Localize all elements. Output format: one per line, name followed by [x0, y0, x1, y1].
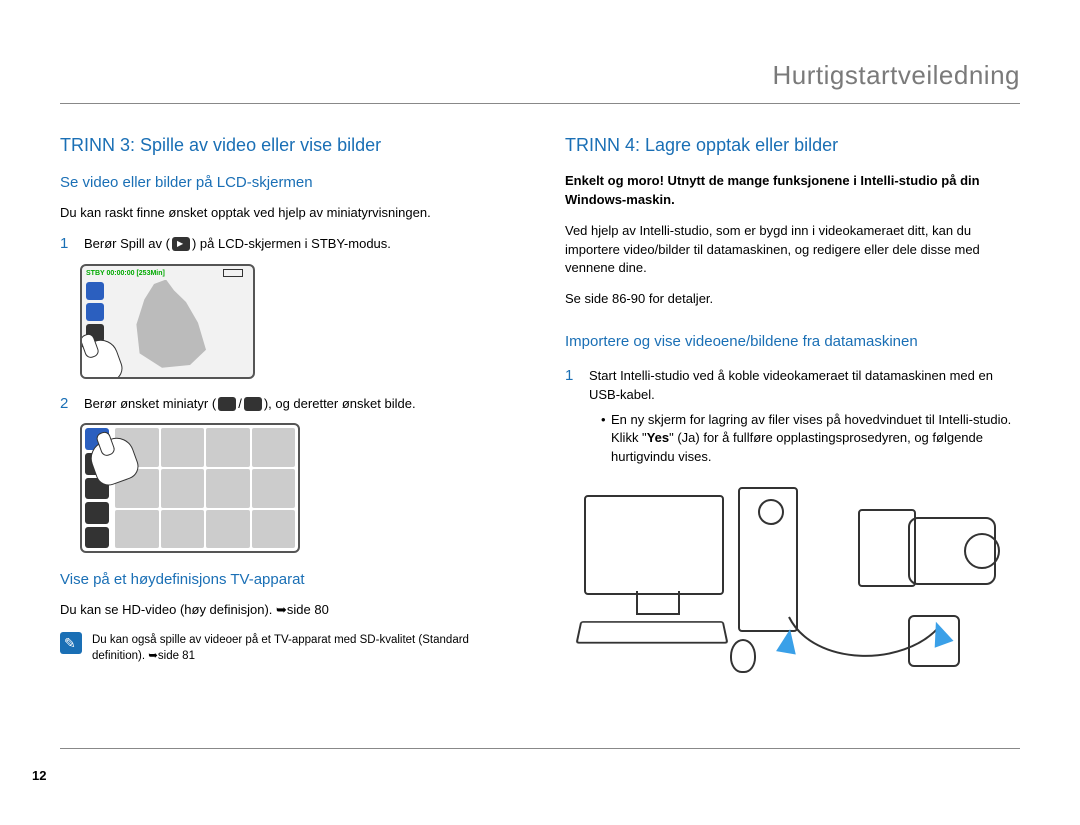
mouse-drawing — [730, 639, 756, 673]
step3-item1: Berør Spill av () på LCD-skjermen i STBY… — [84, 235, 515, 254]
step4-heading: TRINN 4: Lagre opptak eller bilder — [565, 132, 1020, 158]
note-row: Du kan også spille av videoer på et TV-a… — [60, 632, 515, 664]
header-divider — [60, 103, 1020, 104]
right-column: TRINN 4: Lagre opptak eller bilder Enkel… — [565, 132, 1020, 687]
play-icon — [172, 237, 190, 251]
sub-heading-lcd: Se video eller bilder på LCD-skjermen — [60, 172, 515, 194]
lcd-preview-illustration: STBY 00:00:00 [253Min] — [80, 264, 255, 379]
note-text: Du kan også spille av videoer på et TV-a… — [92, 632, 515, 664]
right-item1: Start Intelli-studio ved å koble videoka… — [589, 368, 993, 402]
sub-heading-import: Importere og vise videoene/bildene fra d… — [565, 331, 1020, 353]
stby-status: STBY 00:00:00 [253Min] — [86, 269, 165, 279]
keyboard-drawing — [575, 621, 728, 644]
side-icon — [86, 282, 104, 300]
page-number: 12 — [32, 768, 46, 783]
thumbnail-grid-illustration — [80, 423, 300, 553]
usb-connection-illustration — [578, 487, 1008, 687]
list-number-1: 1 — [60, 235, 74, 253]
blue-arrow-icon — [776, 628, 800, 655]
grid-side-icon — [85, 502, 109, 524]
grid-side-icon — [85, 527, 109, 549]
bold-intro: Enkelt og moro! Utnytt de mange funksjon… — [565, 172, 1020, 210]
skater-silhouette — [130, 280, 210, 370]
list-number-2: 2 — [60, 395, 74, 413]
side-icon — [86, 303, 104, 321]
thumb-icon — [218, 397, 236, 411]
monitor-drawing — [584, 495, 724, 595]
hd-text: Du kan se HD-video (høy definisjon). ➥si… — [60, 601, 515, 620]
step3-item2: Berør ønsket miniatyr (/), og deretter ø… — [84, 395, 515, 414]
usb-cable-drawing — [784, 607, 944, 677]
touch-finger-icon — [80, 334, 126, 378]
list-number-1: 1 — [565, 367, 579, 385]
left-column: TRINN 3: Spille av video eller vise bild… — [60, 132, 515, 687]
thumb-icon — [244, 397, 262, 411]
footer-divider — [60, 748, 1020, 749]
note-icon — [60, 632, 82, 654]
battery-icon — [223, 269, 243, 277]
step3-heading: TRINN 3: Spille av video eller vise bild… — [60, 132, 515, 158]
right-p2: Se side 86-90 for detaljer. — [565, 290, 1020, 309]
sub-heading-hdtv: Vise på et høydefinisjons TV-apparat — [60, 569, 515, 591]
right-p1: Ved hjelp av Intelli-studio, som er bygd… — [565, 222, 1020, 279]
right-sub-bullet: En ny skjerm for lagring av filer vises … — [601, 411, 1020, 468]
intro-text: Du kan raskt finne ønsket opptak ved hje… — [60, 204, 515, 223]
page-header-title: Hurtigstartveiledning — [60, 60, 1020, 91]
camcorder-drawing — [858, 499, 1008, 609]
